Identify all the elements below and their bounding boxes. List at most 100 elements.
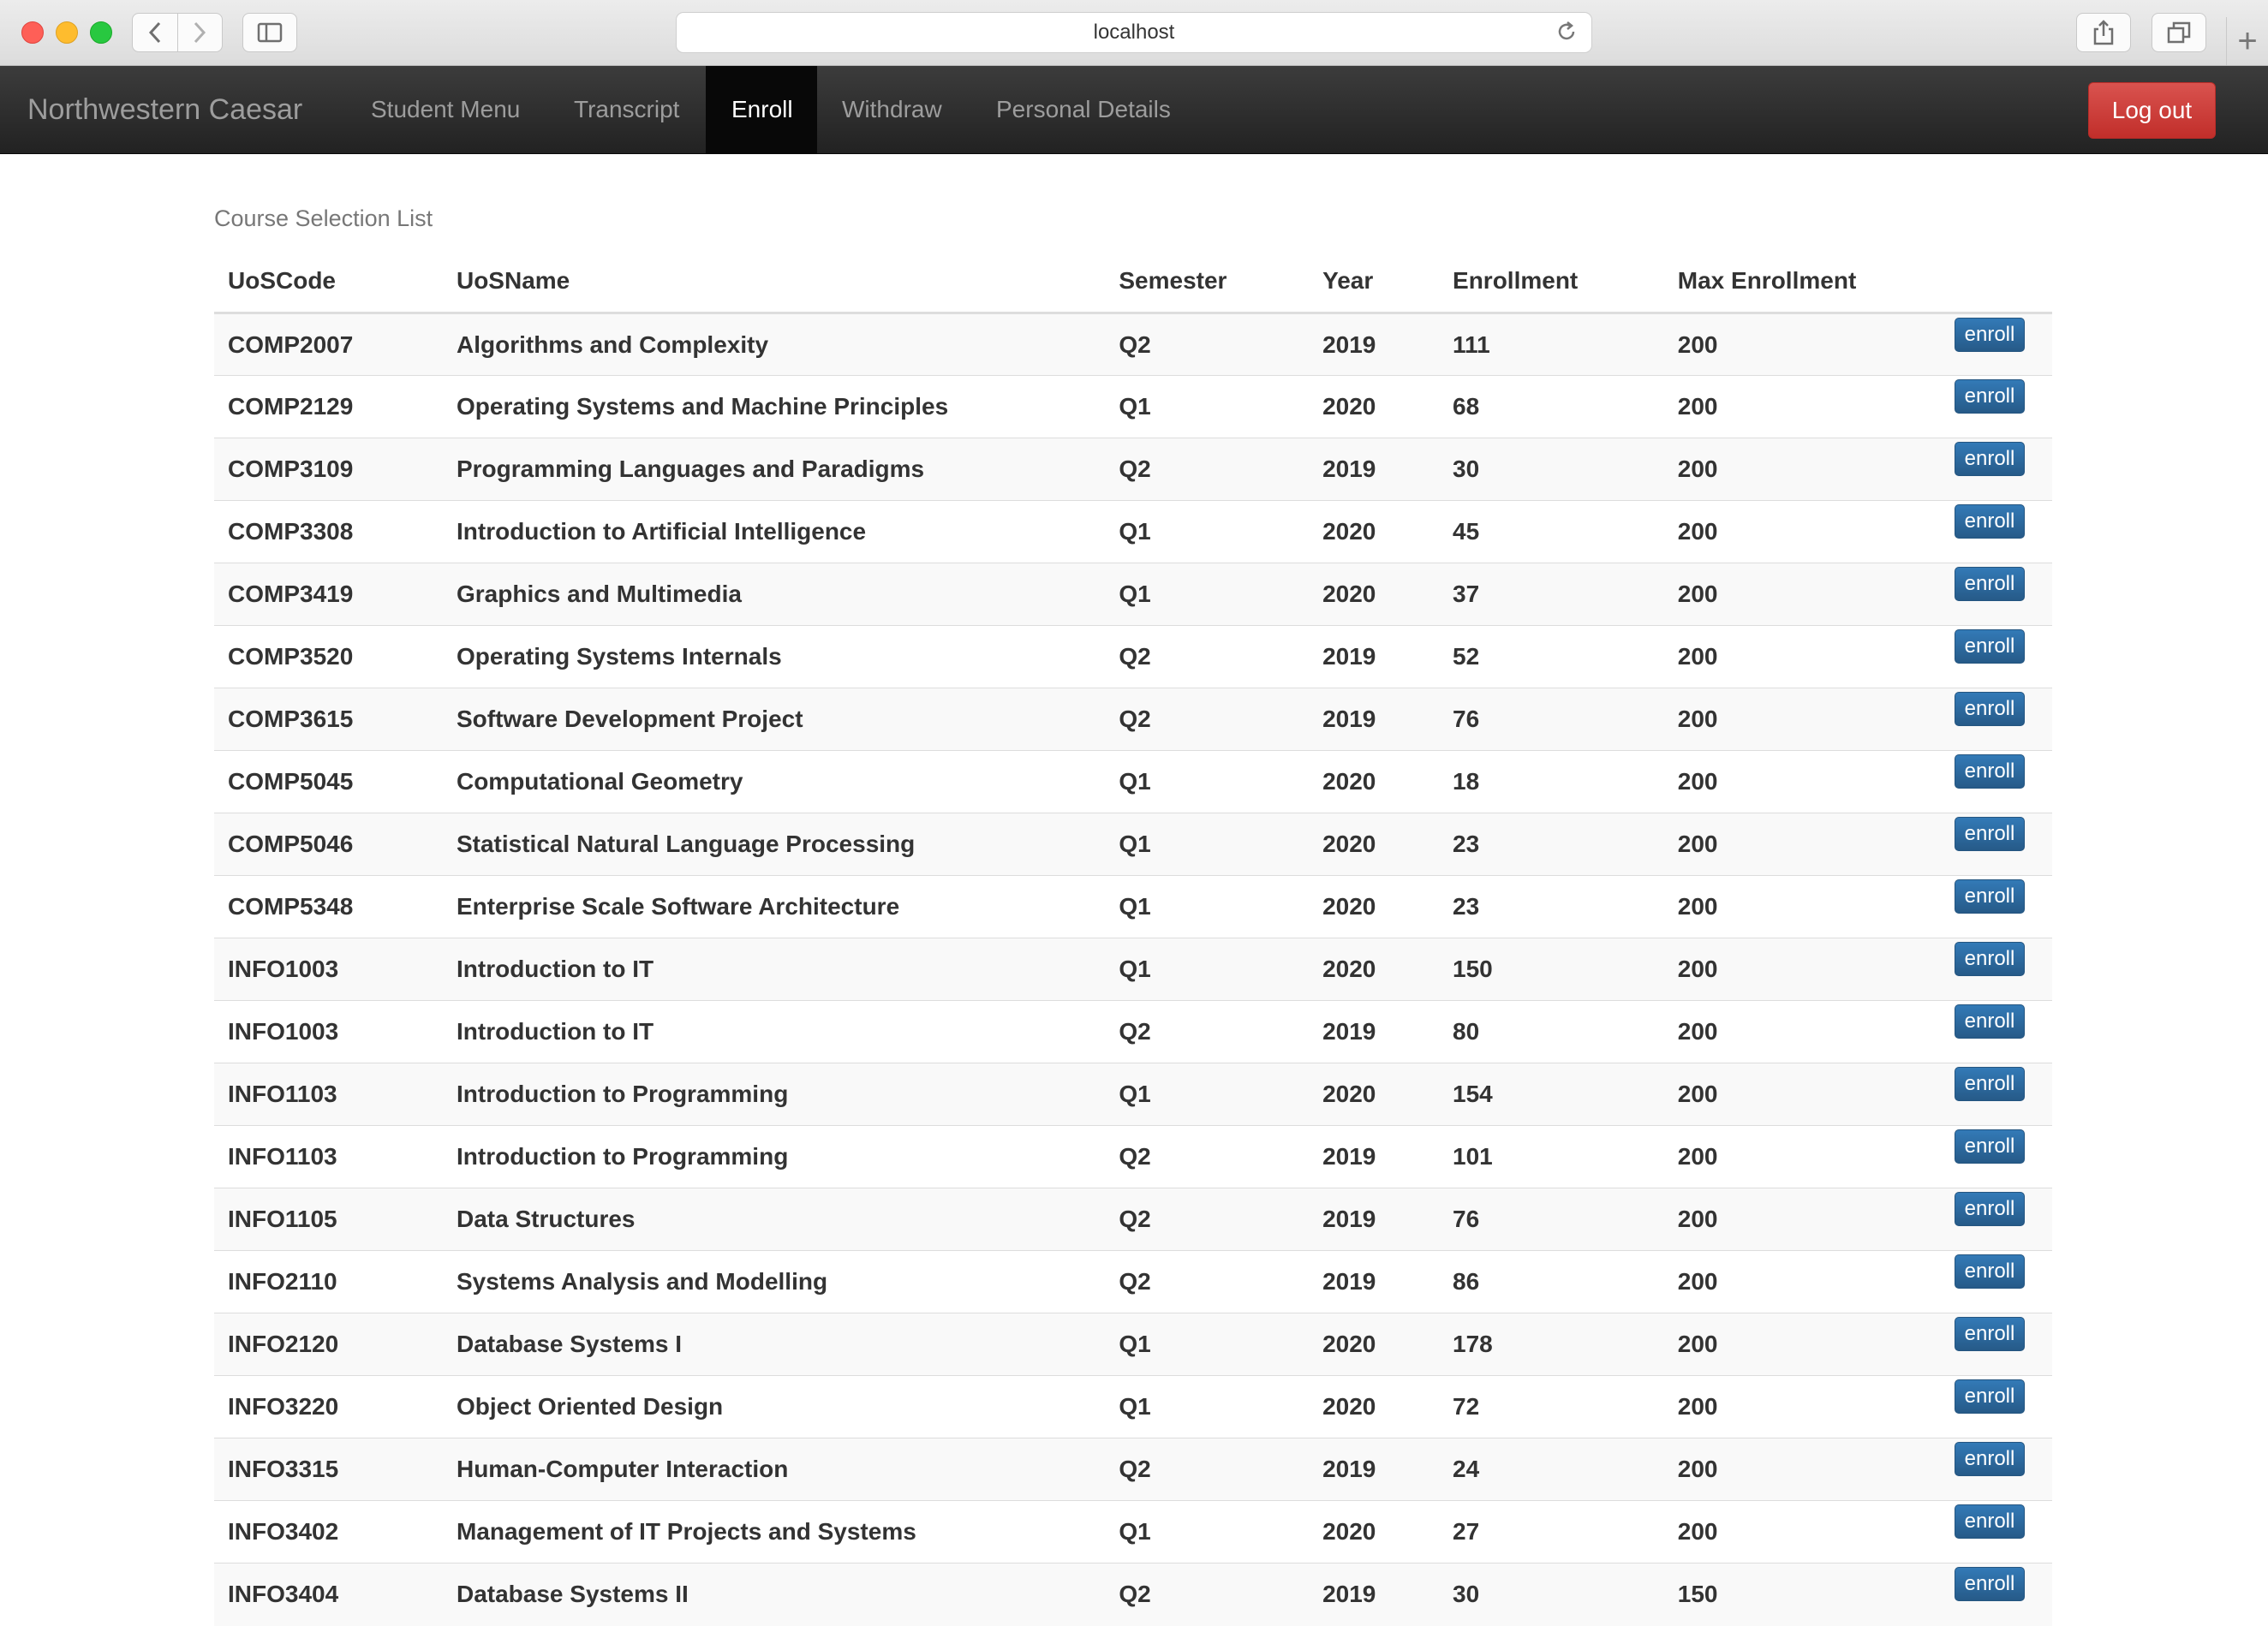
cell-max-enrollment: 200 xyxy=(1663,1375,1941,1438)
cell-uoscode: COMP3109 xyxy=(214,438,443,501)
cell-year: 2019 xyxy=(1309,625,1440,688)
sidebar-icon[interactable] xyxy=(242,13,297,52)
table-row: INFO1103 Introduction to Programming Q2 201… xyxy=(214,1125,2052,1188)
enroll-button[interactable]: enroll xyxy=(1955,504,2025,539)
enroll-button[interactable]: enroll xyxy=(1955,1129,2025,1164)
header-year: Year xyxy=(1309,250,1440,314)
table-caption: Course Selection List xyxy=(214,205,433,231)
cell-max-enrollment: 200 xyxy=(1663,500,1941,563)
cell-semester: Q2 xyxy=(1105,1438,1310,1501)
window-minimize-button[interactable] xyxy=(56,21,78,44)
enroll-button[interactable]: enroll xyxy=(1955,629,2025,664)
cell-semester: Q1 xyxy=(1105,875,1310,938)
cell-uoscode: COMP5348 xyxy=(214,875,443,938)
cell-year: 2020 xyxy=(1309,500,1440,563)
cell-uosname: Statistical Natural Language Processing xyxy=(442,813,1106,876)
cell-uosname: Management of IT Projects and Systems xyxy=(442,1500,1106,1563)
cell-year: 2019 xyxy=(1309,1125,1440,1188)
enroll-button[interactable]: enroll xyxy=(1955,942,2025,976)
back-icon[interactable] xyxy=(133,14,178,51)
cell-action: enroll xyxy=(1941,1563,2052,1626)
cell-year: 2019 xyxy=(1309,1563,1440,1626)
table-header-row: UoSCode UoSName Semester Year Enrollment… xyxy=(214,250,2052,314)
cell-year: 2020 xyxy=(1309,1375,1440,1438)
cell-year: 2020 xyxy=(1309,813,1440,876)
cell-semester: Q1 xyxy=(1105,938,1310,1001)
table-row: INFO1105 Data Structures Q2 2019 76 200 enroll xyxy=(214,1188,2052,1251)
cell-action: enroll xyxy=(1941,1438,2052,1501)
reload-icon[interactable] xyxy=(1555,20,1578,50)
new-tab-icon[interactable]: + xyxy=(2226,17,2268,65)
cell-uosname: Introduction to Programming xyxy=(442,1125,1106,1188)
enroll-button[interactable]: enroll xyxy=(1955,1504,2025,1539)
enroll-button[interactable]: enroll xyxy=(1955,1567,2025,1601)
nav-enroll[interactable]: Enroll xyxy=(706,66,817,153)
header-uosname: UoSName xyxy=(442,250,1106,314)
cell-uosname: Human-Computer Interaction xyxy=(442,1438,1106,1501)
cell-uoscode: INFO3315 xyxy=(214,1438,443,1501)
cell-year: 2020 xyxy=(1309,1313,1440,1376)
cell-year: 2019 xyxy=(1309,1000,1440,1063)
cell-semester: Q1 xyxy=(1105,1063,1310,1126)
cell-year: 2020 xyxy=(1309,563,1440,626)
cell-uosname: Database Systems II xyxy=(442,1563,1106,1626)
cell-enrollment: 30 xyxy=(1439,1563,1664,1626)
cell-enrollment: 80 xyxy=(1439,1000,1664,1063)
nav-transcript[interactable]: Transcript xyxy=(548,66,705,153)
table-row: INFO1003 Introduction to IT Q2 2019 80 200 enr… xyxy=(214,1000,2052,1063)
cell-action: enroll xyxy=(1941,875,2052,938)
enroll-button[interactable]: enroll xyxy=(1955,1442,2025,1476)
enroll-button[interactable]: enroll xyxy=(1955,1254,2025,1289)
enroll-button[interactable]: enroll xyxy=(1955,1317,2025,1351)
cell-uoscode: INFO2120 xyxy=(214,1313,443,1376)
enroll-button[interactable]: enroll xyxy=(1955,318,2025,352)
cell-max-enrollment: 200 xyxy=(1663,688,1941,751)
enroll-button[interactable]: enroll xyxy=(1955,817,2025,851)
tabs-icon[interactable] xyxy=(2152,13,2206,52)
enroll-button[interactable]: enroll xyxy=(1955,754,2025,789)
window-maximize-button[interactable] xyxy=(90,21,112,44)
enroll-button[interactable]: enroll xyxy=(1955,379,2025,414)
logout-button[interactable]: Log out xyxy=(2088,82,2216,139)
enroll-button[interactable]: enroll xyxy=(1955,442,2025,476)
share-icon[interactable] xyxy=(2076,13,2131,52)
enroll-button[interactable]: enroll xyxy=(1955,879,2025,914)
cell-max-enrollment: 200 xyxy=(1663,1000,1941,1063)
forward-icon[interactable] xyxy=(178,14,223,51)
table-row: COMP3615 Software Development Project Q2 20… xyxy=(214,688,2052,751)
cell-uosname: Data Structures xyxy=(442,1188,1106,1251)
table-row: COMP3308 Introduction to Artificial Intel… xyxy=(214,500,2052,563)
cell-semester: Q1 xyxy=(1105,500,1310,563)
enroll-button[interactable]: enroll xyxy=(1955,1004,2025,1039)
cell-uoscode: COMP2007 xyxy=(214,313,443,376)
history-nav xyxy=(132,13,223,52)
window-close-button[interactable] xyxy=(21,21,44,44)
cell-semester: Q2 xyxy=(1105,1125,1310,1188)
cell-enrollment: 24 xyxy=(1439,1438,1664,1501)
enroll-button[interactable]: enroll xyxy=(1955,1192,2025,1226)
nav-student-menu[interactable]: Student Menu xyxy=(345,66,546,153)
enroll-button[interactable]: enroll xyxy=(1955,692,2025,726)
nav-personal-details[interactable]: Personal Details xyxy=(970,66,1197,153)
enroll-button[interactable]: enroll xyxy=(1955,1067,2025,1101)
cell-enrollment: 72 xyxy=(1439,1375,1664,1438)
enroll-button[interactable]: enroll xyxy=(1955,567,2025,601)
cell-uoscode: INFO3404 xyxy=(214,1563,443,1626)
cell-action: enroll xyxy=(1941,313,2052,376)
cell-max-enrollment: 200 xyxy=(1663,813,1941,876)
cell-action: enroll xyxy=(1941,938,2052,1001)
cell-enrollment: 18 xyxy=(1439,750,1664,813)
cell-uoscode: INFO1103 xyxy=(214,1063,443,1126)
nav-withdraw[interactable]: Withdraw xyxy=(816,66,968,153)
cell-uosname: Operating Systems Internals xyxy=(442,625,1106,688)
cell-max-enrollment: 200 xyxy=(1663,1438,1941,1501)
cell-uoscode: COMP5045 xyxy=(214,750,443,813)
enroll-button[interactable]: enroll xyxy=(1955,1379,2025,1414)
cell-enrollment: 45 xyxy=(1439,500,1664,563)
cell-uoscode: COMP3419 xyxy=(214,563,443,626)
cell-semester: Q1 xyxy=(1105,1500,1310,1563)
cell-enrollment: 76 xyxy=(1439,1188,1664,1251)
brand-link[interactable]: Northwestern Caesar xyxy=(27,66,302,153)
address-bar[interactable]: localhost xyxy=(676,12,1592,53)
cell-year: 2020 xyxy=(1309,375,1440,438)
